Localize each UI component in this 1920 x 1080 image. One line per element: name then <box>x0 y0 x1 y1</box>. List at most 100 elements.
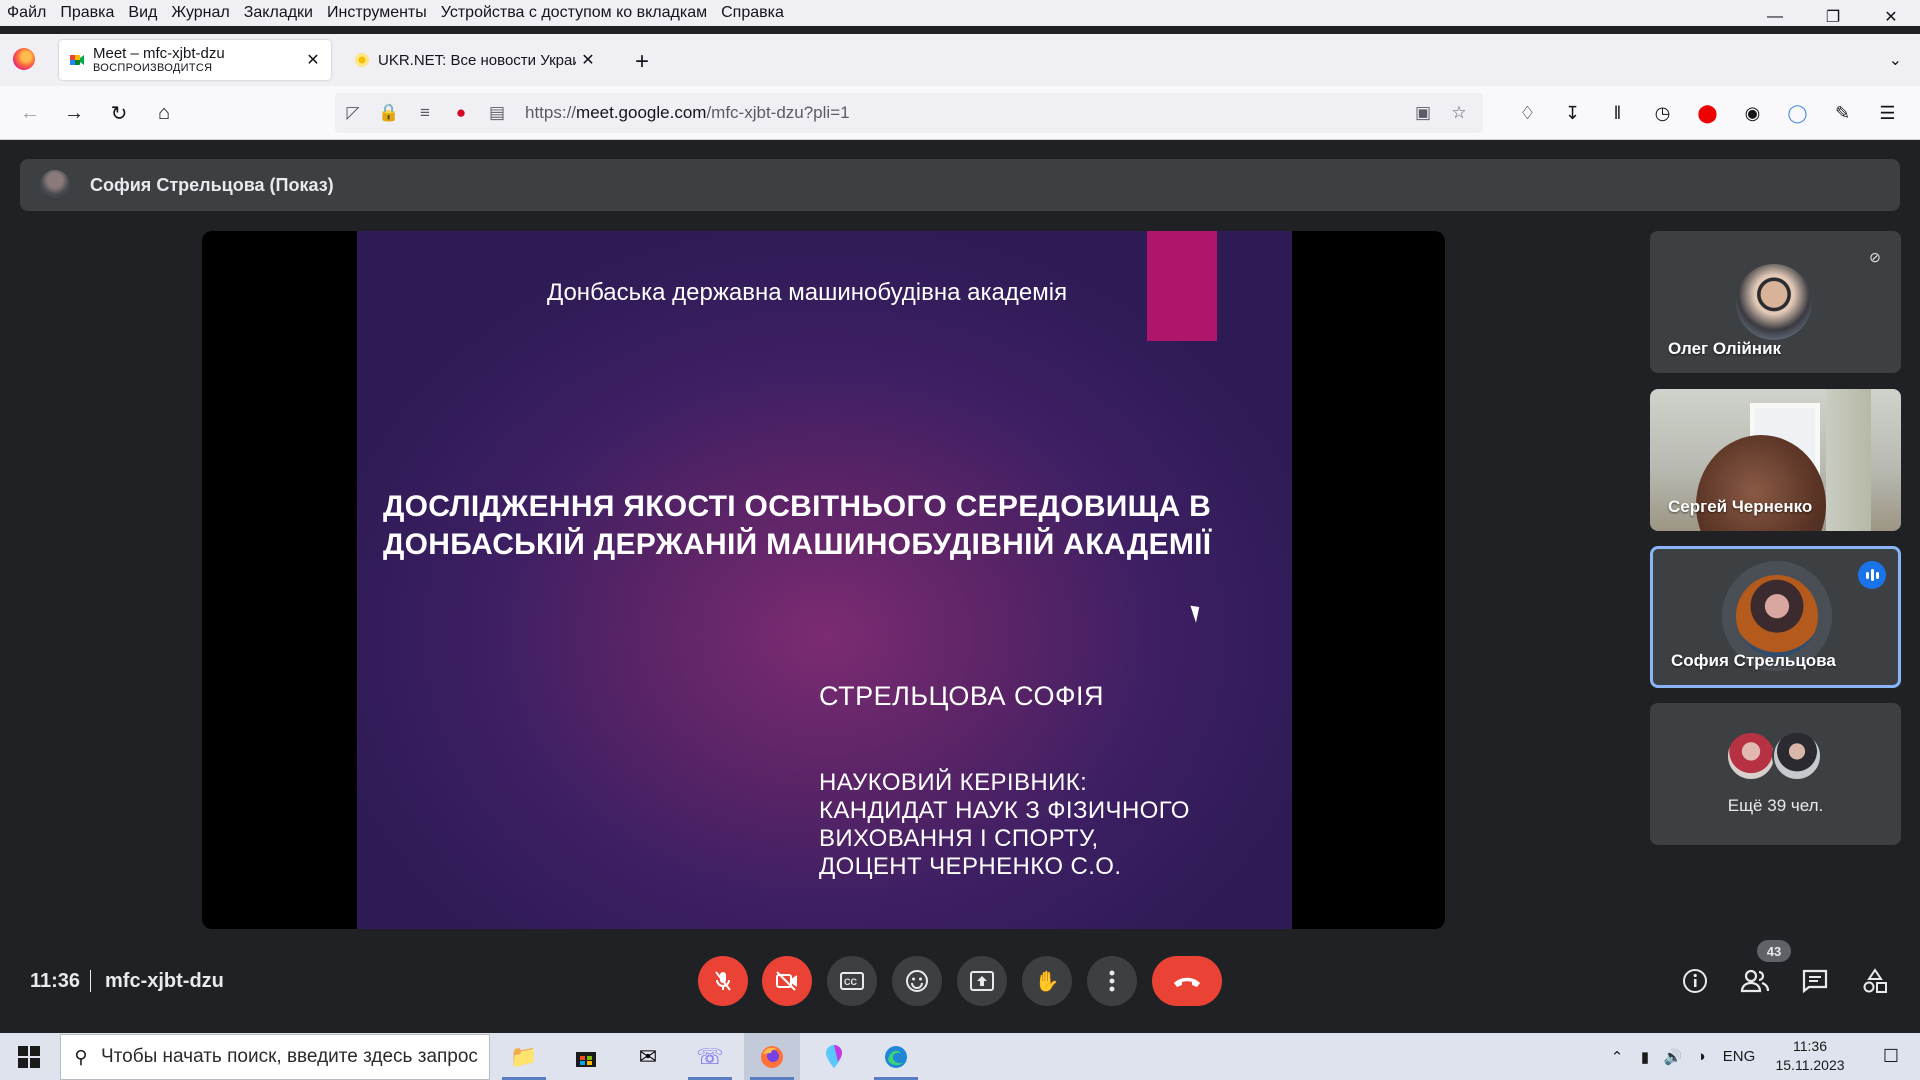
meeting-details-button[interactable] <box>1674 960 1716 1002</box>
system-clock[interactable]: 11:36 15.11.2023 <box>1770 1037 1850 1075</box>
store-bag-icon <box>576 1051 596 1067</box>
captions-button[interactable]: CC <box>827 956 877 1006</box>
close-tab-icon[interactable]: ✕ <box>301 48 325 72</box>
input-language[interactable]: ENG <box>1718 1033 1760 1080</box>
hang-up-icon <box>1174 977 1200 987</box>
chat-icon <box>1802 969 1828 993</box>
participant-tile-active-speaker[interactable]: София Стрельцова <box>1650 546 1901 688</box>
firefox-logo-icon[interactable] <box>13 48 35 70</box>
menu-view[interactable]: Вид <box>121 1 164 25</box>
people-button[interactable] <box>1734 960 1776 1002</box>
more-participants-label: Ещё 39 чел. <box>1727 796 1824 815</box>
show-hidden-icons[interactable]: ⌃ <box>1604 1033 1630 1080</box>
mic-off-icon <box>715 971 731 991</box>
menu-bookmarks[interactable]: Закладки <box>237 1 320 25</box>
participant-count-badge: 43 <box>1757 940 1791 962</box>
home-icon[interactable]: ⌂ <box>150 99 178 127</box>
hand-icon: ✋ <box>1034 970 1060 993</box>
present-now-button[interactable] <box>957 956 1007 1006</box>
participant-tile[interactable]: Сергей Черненко <box>1650 389 1901 531</box>
tab-ukrnet[interactable]: UKR.NET: Все новости Украин ✕ <box>344 40 606 80</box>
tab-meet[interactable]: Meet – mfc-xjbt-dzu ВОСПРОИЗВОДИТСЯ ✕ <box>59 40 331 80</box>
raise-hand-button[interactable]: ✋ <box>1022 956 1072 1006</box>
reader-icon[interactable]: ▤ <box>479 93 515 133</box>
extension-o-icon[interactable]: ◉ <box>1730 99 1775 127</box>
microsoft-store-icon[interactable] <box>558 1033 614 1080</box>
slide-author: СТРЕЛЬЦОВА СОФІЯ <box>819 681 1104 711</box>
tracking-protection-icon[interactable]: ◸ <box>335 93 371 133</box>
reload-icon[interactable]: ↻ <box>105 99 133 127</box>
presenter-label: София Стрельцова (Показ) <box>90 174 334 195</box>
emoji-icon <box>906 970 928 992</box>
lock-icon[interactable]: 🔒 <box>371 93 407 133</box>
minimize-button[interactable]: — <box>1746 0 1804 34</box>
extensions-puzzle-icon[interactable]: ✎ <box>1820 99 1865 127</box>
taskbar-search[interactable]: ⚲ <box>60 1034 490 1080</box>
presentation-stage[interactable]: Донбаська державна машинобудівна академі… <box>202 231 1445 929</box>
activities-button[interactable] <box>1854 960 1896 1002</box>
app-menu-icon[interactable]: ☰ <box>1865 99 1910 127</box>
menu-synced-tabs[interactable]: Устройства с доступом ко вкладкам <box>434 1 714 25</box>
network-icon[interactable]: ◑ <box>1688 1033 1714 1080</box>
mic-off-icon: ⊘ <box>1869 248 1881 265</box>
menu-file[interactable]: Файл <box>0 1 53 25</box>
more-participants-tile[interactable]: Ещё 39 чел. <box>1650 703 1901 845</box>
restore-button[interactable]: ❐ <box>1804 0 1862 34</box>
toolbar-right: ♢ ↧ ‖ ◷ ⬤ ◉ ◯ ✎ ☰ <box>1505 99 1910 127</box>
file-explorer-icon[interactable]: 📁 <box>496 1033 552 1080</box>
leave-call-button[interactable] <box>1152 956 1222 1006</box>
viber-icon[interactable]: ☏ <box>682 1033 738 1080</box>
slide-title: ДОСЛІДЖЕННЯ ЯКОСТІ ОСВІТНЬОГО СЕРЕДОВИЩА… <box>383 490 1212 561</box>
new-tab-icon[interactable]: + <box>628 48 656 76</box>
url-text[interactable]: https://meet.google.com/mfc-xjbt-dzu?pli… <box>525 103 850 123</box>
microphone-off-button[interactable] <box>698 956 748 1006</box>
volume-icon[interactable]: 🔊 <box>1660 1033 1686 1080</box>
more-options-button[interactable] <box>1087 956 1137 1006</box>
firefox-taskbar-icon[interactable] <box>744 1033 800 1080</box>
tab-title: Meet – mfc-xjbt-dzu <box>93 45 225 62</box>
permissions-icon[interactable]: ≡ <box>407 93 443 133</box>
mail-icon[interactable]: ✉ <box>620 1033 676 1080</box>
picture-in-picture-icon[interactable]: ▣ <box>1405 93 1441 133</box>
bookmark-star-icon[interactable]: ☆ <box>1441 93 1477 133</box>
search-icon: ⚲ <box>74 1046 88 1067</box>
adblock-extension-icon[interactable]: ⬤ <box>1685 99 1730 127</box>
camera-off-icon <box>776 971 797 991</box>
back-icon[interactable]: ← <box>16 99 44 127</box>
firefox-icon <box>761 1045 783 1068</box>
people-icon <box>1740 969 1770 993</box>
participant-name: Олег Олійник <box>1668 339 1782 358</box>
chat-button[interactable] <box>1794 960 1836 1002</box>
microphone-in-use-icon[interactable]: ● <box>443 93 479 133</box>
history-icon[interactable]: ◷ <box>1640 99 1685 127</box>
participant-tile[interactable]: ⊘ Олег Олійник <box>1650 231 1901 373</box>
extension-ring-icon[interactable]: ◯ <box>1775 99 1820 127</box>
library-icon[interactable]: ‖ <box>1595 99 1640 127</box>
url-bar[interactable]: ◸ 🔒 ≡ ● ▤ https://meet.google.com/mfc-xj… <box>335 93 1483 133</box>
info-icon <box>1683 969 1707 993</box>
start-button[interactable] <box>0 1033 58 1080</box>
close-window-button[interactable]: ✕ <box>1862 0 1920 34</box>
participant-name: Сергей Черненко <box>1668 497 1813 516</box>
video-curtain <box>1826 389 1871 531</box>
battery-icon[interactable]: ▮ <box>1632 1033 1658 1080</box>
menu-tools[interactable]: Инструменты <box>320 1 434 25</box>
map-pin-icon <box>826 1044 842 1068</box>
pocket-icon[interactable]: ♢ <box>1505 99 1550 127</box>
menu-history[interactable]: Журнал <box>164 1 236 25</box>
downloads-icon[interactable]: ↧ <box>1550 99 1595 127</box>
notifications-icon[interactable]: ☐ <box>1868 1033 1914 1080</box>
maps-pin-icon[interactable] <box>806 1033 862 1080</box>
taskbar-search-input[interactable] <box>101 1046 481 1068</box>
menu-bar: Файл Правка Вид Журнал Закладки Инструме… <box>0 0 1920 26</box>
menu-help[interactable]: Справка <box>714 1 791 25</box>
forward-icon[interactable]: → <box>60 99 88 127</box>
close-tab-icon[interactable]: ✕ <box>576 48 600 72</box>
speaking-indicator-icon <box>1858 561 1886 589</box>
menu-edit[interactable]: Правка <box>53 1 121 25</box>
edge-icon[interactable] <box>868 1033 924 1080</box>
camera-off-button[interactable] <box>762 956 812 1006</box>
list-all-tabs-icon[interactable]: ⌄ <box>1889 50 1902 70</box>
tab-bar: Meet – mfc-xjbt-dzu ВОСПРОИЗВОДИТСЯ ✕ UK… <box>0 34 1920 86</box>
reactions-button[interactable] <box>892 956 942 1006</box>
